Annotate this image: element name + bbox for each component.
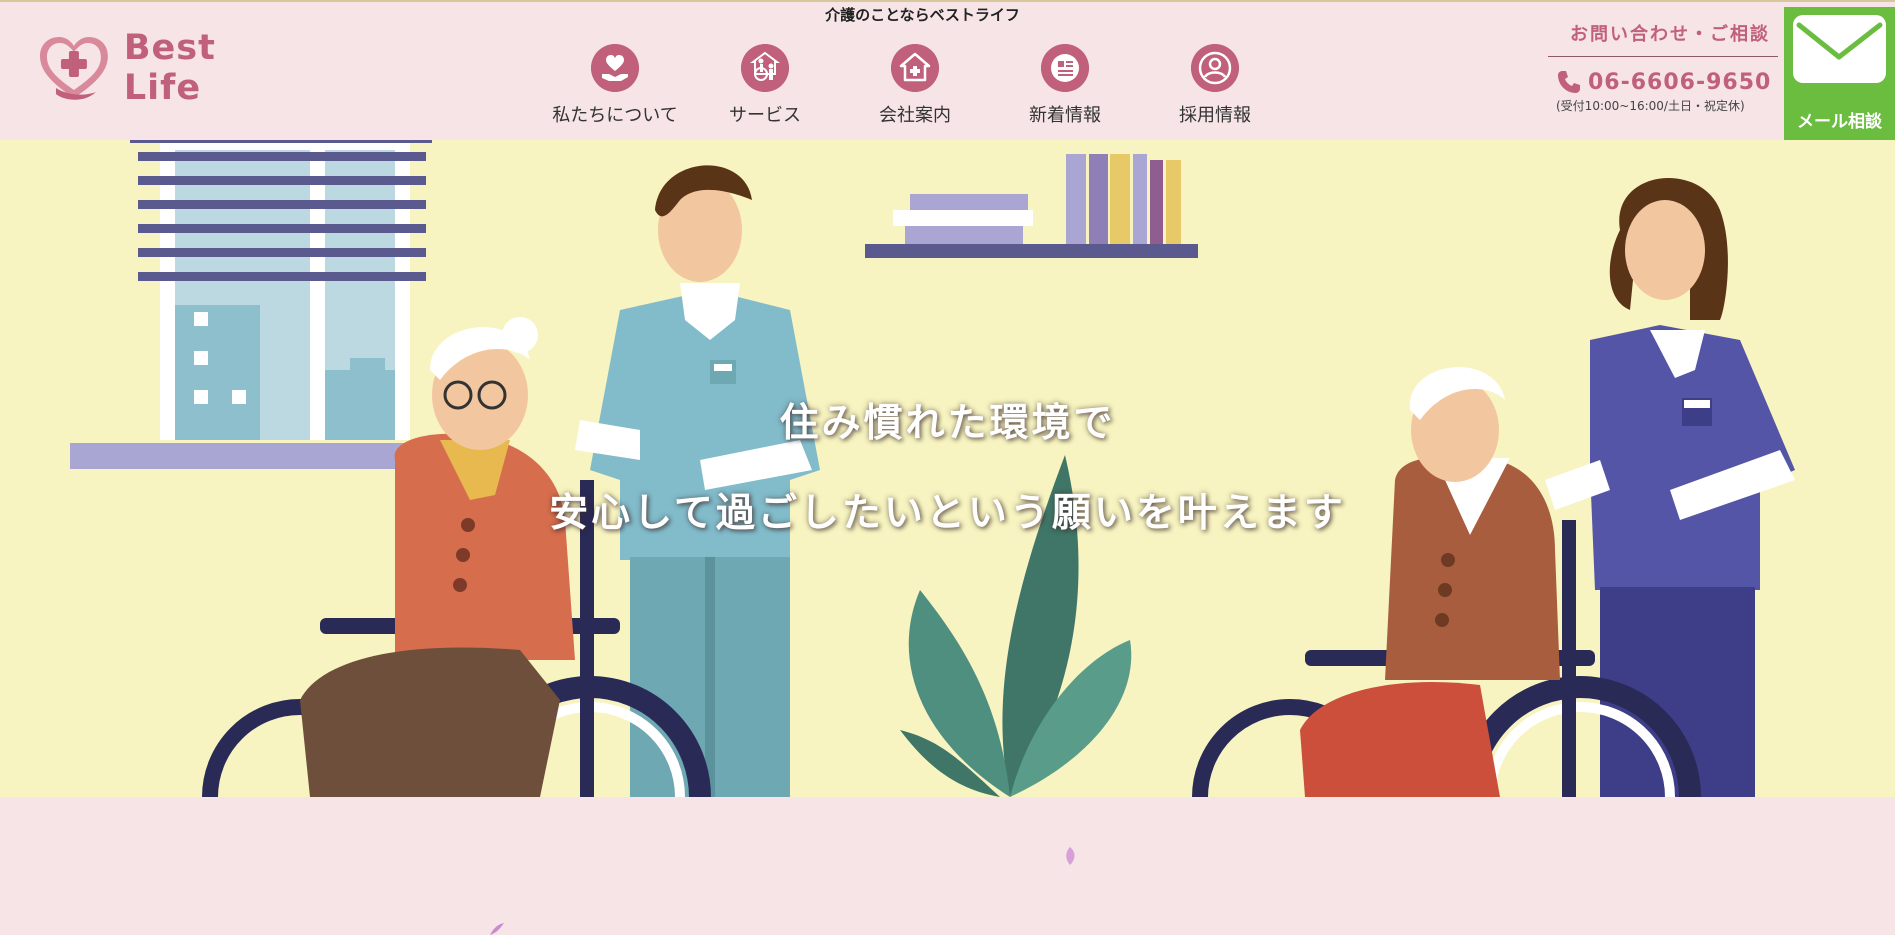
- hero-subheadline: 安心して過ごしたいという願いを叶えます: [549, 491, 1346, 536]
- hero-copy: 住み慣れた環境で 安心して過ごしたいという願いを叶えます: [0, 392, 1895, 538]
- phone-link[interactable]: 06-6606-9650: [1556, 69, 1778, 95]
- hero-headline: 住み慣れた環境で: [779, 401, 1116, 446]
- site-header: 介護のことならベストライフ Best Life 私たちについて サービス 会社案…: [0, 2, 1895, 140]
- contact-title: お問い合わせ・ご相談: [1548, 20, 1778, 57]
- nav-label: 会社案内: [879, 105, 951, 126]
- site-logo[interactable]: Best Life: [36, 28, 306, 108]
- nav-item-recruit[interactable]: 採用情報: [1140, 44, 1290, 134]
- nav-item-about[interactable]: 私たちについて: [540, 44, 690, 134]
- envelope-icon: [1793, 15, 1886, 83]
- nav-label: 私たちについて: [552, 105, 678, 126]
- phone-number: 06-6606-9650: [1588, 69, 1772, 95]
- person-icon: [1191, 44, 1239, 92]
- heart-cross-logo-icon: [39, 37, 108, 100]
- wheelchair-icon: [741, 44, 789, 92]
- nav-label: 採用情報: [1179, 105, 1251, 126]
- nav-label: サービス: [729, 105, 801, 126]
- business-hours: (受付10:00~16:00/土日・祝定休): [1556, 99, 1745, 113]
- hero-banner: 住み慣れた環境で 安心して過ごしたいという願いを叶えます: [0, 140, 1895, 797]
- nav-item-news[interactable]: 新着情報: [990, 44, 1140, 134]
- news-icon: [1041, 44, 1089, 92]
- nav-item-company[interactable]: 会社案内: [840, 44, 990, 134]
- heart-hand-icon: [591, 44, 639, 92]
- petal-decoration-icon: [490, 923, 504, 935]
- content-area: [0, 797, 1895, 935]
- nav-item-service[interactable]: サービス: [690, 44, 840, 134]
- bookshelf-illustration: [865, 154, 1198, 258]
- mail-consult-label: メール相談: [1797, 112, 1882, 132]
- petal-decoration-icon: [1066, 847, 1075, 865]
- nav-label: 新着情報: [1029, 105, 1101, 126]
- contact-block: お問い合わせ・ご相談 06-6606-9650 (受付10:00~16:00/土…: [1548, 20, 1778, 114]
- house-icon: [891, 44, 939, 92]
- phone-icon: [1558, 71, 1580, 93]
- logo-text: Best Life: [123, 28, 216, 108]
- mail-consult-button[interactable]: メール相談: [1784, 7, 1895, 140]
